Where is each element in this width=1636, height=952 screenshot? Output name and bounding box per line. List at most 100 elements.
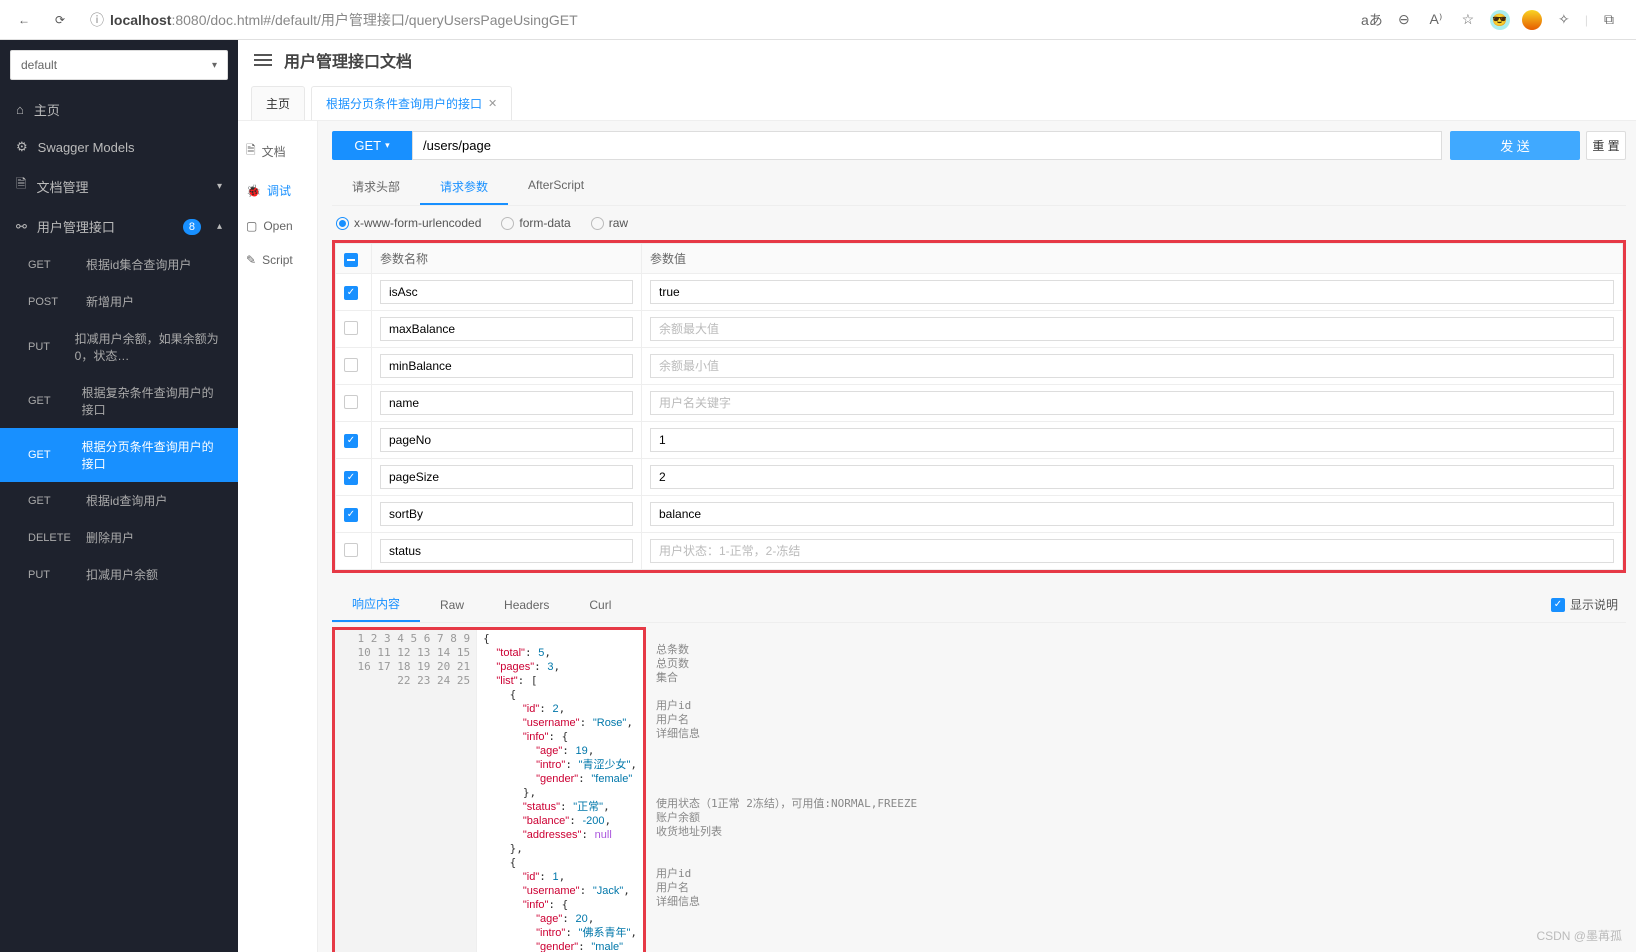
chevron-down-icon: ▾ (212, 60, 217, 71)
rtab-headers[interactable]: Headers (484, 590, 569, 620)
param-name-input[interactable] (380, 428, 633, 452)
row-checkbox[interactable] (344, 395, 358, 409)
api-count-badge: 8 (183, 219, 201, 235)
method-label: GET (28, 495, 72, 507)
param-name-input[interactable] (380, 280, 633, 304)
btype-urlencoded[interactable]: x-www-form-urlencoded (336, 216, 481, 230)
highlight-params: 参数名称 参数值 (332, 240, 1626, 573)
swagger-icon: ⚙ (16, 139, 28, 155)
favorite-icon[interactable]: ☆ (1457, 9, 1479, 31)
btype-formdata[interactable]: form-data (501, 216, 570, 230)
ptab-params[interactable]: 请求参数 (420, 170, 508, 205)
reset-button[interactable]: 重 置 (1586, 131, 1626, 160)
endpoint-label: 根据id集合查询用户 (86, 256, 191, 273)
rtab-body[interactable]: 响应内容 (332, 587, 420, 622)
endpoint-label: 扣减用户余额，如果余额为0，状态… (75, 330, 222, 364)
param-name-input[interactable] (380, 465, 633, 489)
doc-tabs: 主页 根据分页条件查询用户的接口 ✕ (238, 80, 1636, 121)
innav-doc[interactable]: 🗎文档 (238, 131, 317, 172)
param-value-input[interactable] (650, 391, 1614, 415)
refresh-icon[interactable]: ⟳ (46, 6, 74, 34)
group-selector[interactable]: default ▾ (10, 50, 228, 80)
nav-api-group-label: 用户管理接口 (37, 217, 115, 236)
row-checkbox[interactable] (344, 471, 358, 485)
method-label: GET (28, 395, 68, 407)
close-icon[interactable]: ✕ (488, 97, 497, 110)
param-value-input[interactable] (650, 280, 1614, 304)
address-bar[interactable]: ⓘ localhost:8080/doc.html#/default/用户管理接… (82, 10, 1353, 30)
sidebar-endpoint[interactable]: GET根据复杂条件查询用户的接口 (0, 374, 238, 428)
nav-home-label: 主页 (34, 100, 60, 119)
select-all-checkbox[interactable] (344, 253, 358, 267)
open-icon: ▢ (246, 219, 257, 233)
param-value-input[interactable] (650, 317, 1614, 341)
sidebar-endpoint[interactable]: GET根据id查询用户 (0, 482, 238, 519)
nav-api-group[interactable]: ⚯ 用户管理接口 8 ▴ (0, 207, 238, 246)
row-checkbox[interactable] (344, 434, 358, 448)
btype-raw[interactable]: raw (591, 216, 628, 230)
show-desc-toggle[interactable]: 显示说明 (1543, 596, 1626, 613)
innav-open[interactable]: ▢Open (238, 209, 317, 243)
param-name-input[interactable] (380, 539, 633, 563)
endpoint-label: 新增用户 (86, 293, 134, 310)
innav-debug[interactable]: 🐞调试 (238, 172, 317, 209)
method-select[interactable]: GET ▾ (332, 131, 412, 160)
param-value-input[interactable] (650, 539, 1614, 563)
param-value-input[interactable] (650, 502, 1614, 526)
endpoint-label: 根据分页条件查询用户的接口 (82, 438, 222, 472)
watermark: CSDN @墨苒孤 (1536, 927, 1622, 944)
page-title: 用户管理接口文档 (284, 48, 412, 72)
sidebar-endpoint[interactable]: GET根据id集合查询用户 (0, 246, 238, 283)
row-checkbox[interactable] (344, 358, 358, 372)
param-name-input[interactable] (380, 317, 633, 341)
sidebar-endpoint[interactable]: POST新增用户 (0, 283, 238, 320)
send-button[interactable]: 发 送 (1450, 131, 1580, 160)
menu-toggle-icon[interactable] (254, 51, 272, 69)
row-checkbox[interactable] (344, 286, 358, 300)
response-json: { "total": 5, "pages": 3, "list": [ { "i… (477, 630, 643, 952)
show-desc-checkbox[interactable] (1551, 598, 1565, 612)
param-value-input[interactable] (650, 465, 1614, 489)
sidebar-endpoint[interactable]: GET根据分页条件查询用户的接口 (0, 428, 238, 482)
nav-home[interactable]: ⌂ 主页 (0, 90, 238, 129)
param-name-input[interactable] (380, 391, 633, 415)
ptab-afterscript[interactable]: AfterScript (508, 170, 604, 205)
rtab-raw[interactable]: Raw (420, 590, 484, 620)
tab-api[interactable]: 根据分页条件查询用户的接口 ✕ (311, 86, 512, 120)
sidebar-endpoint[interactable]: PUT扣减用户余额 (0, 556, 238, 593)
extensions-icon[interactable]: ✧ (1553, 9, 1575, 31)
table-row (336, 496, 1623, 533)
row-checkbox[interactable] (344, 321, 358, 335)
param-value-input[interactable] (650, 428, 1614, 452)
link-icon: ⚯ (16, 219, 27, 235)
tab-home[interactable]: 主页 (251, 86, 305, 120)
read-aloud-icon[interactable]: A⁾ (1425, 9, 1447, 31)
zoom-out-icon[interactable]: ⊖ (1393, 9, 1415, 31)
param-value-input[interactable] (650, 354, 1614, 378)
param-name-input[interactable] (380, 354, 633, 378)
back-icon[interactable]: ← (10, 6, 38, 34)
sidebar-endpoint[interactable]: DELETE删除用户 (0, 519, 238, 556)
sidebar-endpoint[interactable]: PUT扣减用户余额，如果余额为0，状态… (0, 320, 238, 374)
bug-icon: 🐞 (246, 184, 261, 198)
url-input[interactable] (412, 131, 1442, 160)
nav-docmgmt[interactable]: 🗎 文档管理 ▾ (0, 165, 238, 207)
table-row (336, 459, 1623, 496)
row-checkbox[interactable] (344, 543, 358, 557)
method-label: DELETE (28, 532, 72, 544)
table-row (336, 311, 1623, 348)
split-icon[interactable]: ⧉ (1598, 9, 1620, 31)
url-host: localhost (110, 12, 171, 28)
profile-avatar[interactable]: 😎 (1489, 9, 1511, 31)
theme-icon[interactable] (1521, 9, 1543, 31)
info-icon: ⓘ (90, 10, 104, 30)
param-name-input[interactable] (380, 502, 633, 526)
nav-swagger[interactable]: ⚙ Swagger Models (0, 129, 238, 165)
group-selector-value: default (21, 58, 57, 72)
ptab-headers[interactable]: 请求头部 (332, 170, 420, 205)
rtab-curl[interactable]: Curl (569, 590, 631, 620)
innav-script[interactable]: ✎Script (238, 243, 317, 277)
translate-icon[interactable]: aあ (1361, 9, 1383, 31)
row-checkbox[interactable] (344, 508, 358, 522)
param-table: 参数名称 参数值 (335, 243, 1623, 570)
